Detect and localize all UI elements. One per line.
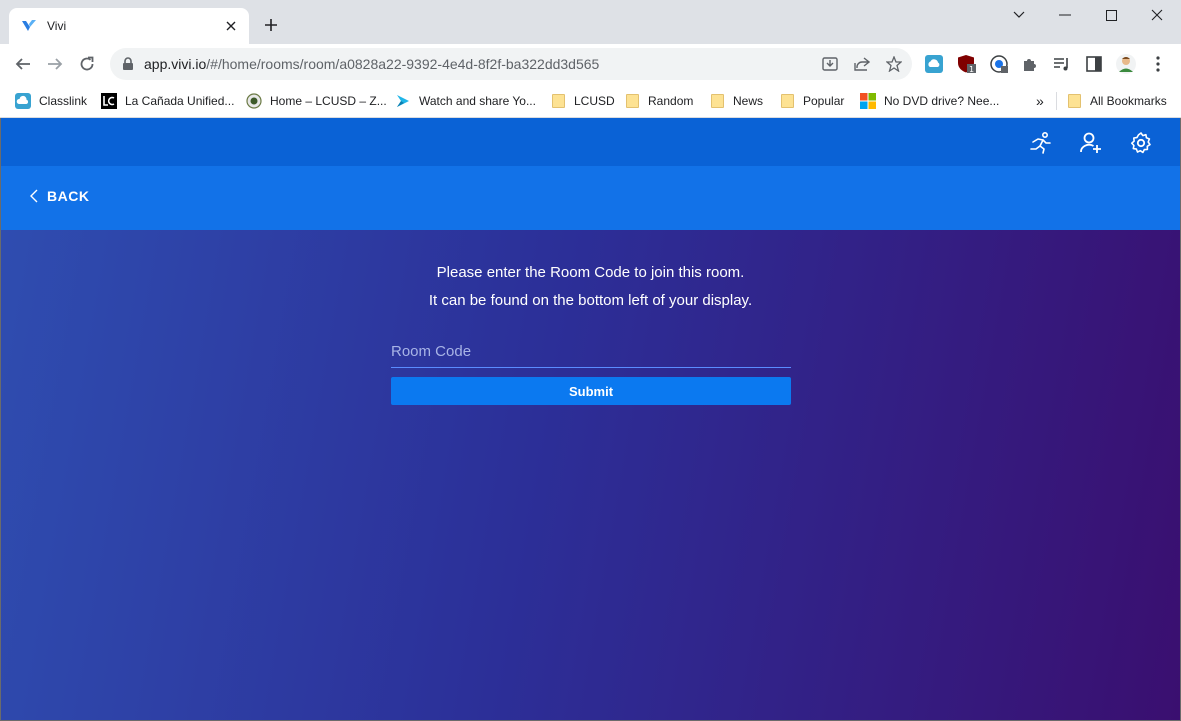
address-bar[interactable]: app.vivi.io/#/home/rooms/room/a0828a22-9… [110, 48, 912, 80]
ublock-shield-icon[interactable]: 1 [955, 52, 979, 76]
folder-icon [550, 93, 566, 109]
bookmarks-overflow-button[interactable]: » [1036, 90, 1044, 112]
gear-icon[interactable] [1128, 130, 1154, 156]
windows-logo-icon [860, 93, 876, 109]
install-app-icon[interactable] [818, 52, 842, 76]
chevron-down-icon[interactable] [996, 0, 1042, 30]
side-panel-icon[interactable] [1082, 52, 1106, 76]
submit-button[interactable]: Submit [391, 377, 791, 405]
bookmark-folder-lcusd[interactable]: LCUSD [550, 90, 615, 112]
bookmark-classlink[interactable]: Classlink [15, 90, 87, 112]
lock-icon [122, 57, 134, 71]
all-bookmarks-button[interactable]: All Bookmarks [1066, 90, 1167, 112]
bookmarks-divider [1056, 92, 1057, 110]
share-icon[interactable] [850, 52, 874, 76]
back-arrow-icon[interactable] [9, 50, 37, 78]
app-header [1, 118, 1180, 166]
add-user-icon[interactable] [1078, 130, 1104, 156]
bookmark-folder-popular[interactable]: Popular [779, 90, 844, 112]
puzzle-icon[interactable] [1018, 52, 1042, 76]
bookmark-folder-random[interactable]: Random [624, 90, 693, 112]
bookmarks-bar: Classlink La Cañada Unified... Home – LC… [0, 84, 1181, 118]
browser-toolbar: app.vivi.io/#/home/rooms/room/a0828a22-9… [0, 44, 1181, 84]
globe-icon [246, 93, 262, 109]
bookmark-home-lcusd[interactable]: Home – LCUSD – Z... [246, 90, 387, 112]
url-host: app.vivi.io [144, 56, 207, 72]
window-border-left [0, 118, 1, 721]
bookmark-folder-news[interactable]: News [709, 90, 763, 112]
close-window-icon[interactable] [1134, 0, 1180, 30]
running-person-icon[interactable] [1028, 130, 1054, 156]
url-path: /#/home/rooms/room/a0828a22-9392-4e4d-8f… [206, 56, 600, 72]
bookmark-watch-share[interactable]: Watch and share Yo... [395, 90, 536, 112]
lc-logo-icon [101, 93, 117, 109]
forward-arrow-icon[interactable] [41, 50, 69, 78]
password-extension-icon[interactable] [987, 52, 1011, 76]
chevron-left-icon [29, 189, 39, 203]
folder-icon [624, 93, 640, 109]
instruction-line-1: Please enter the Room Code to join this … [436, 264, 745, 281]
join-room-panel: Please enter the Room Code to join this … [1, 230, 1180, 720]
extension-badge: 1 [969, 65, 974, 74]
cloud-icon [15, 93, 31, 109]
bookmark-no-dvd[interactable]: No DVD drive? Nee... [860, 90, 999, 112]
play-icon [395, 93, 411, 109]
media-playlist-icon[interactable] [1050, 52, 1074, 76]
instruction-line-2: It can be found on the bottom left of yo… [428, 292, 753, 309]
minimize-icon[interactable] [1042, 0, 1088, 30]
folder-icon [779, 93, 795, 109]
more-menu-icon[interactable] [1146, 52, 1170, 76]
cloud-extension-icon[interactable] [922, 52, 946, 76]
tab-title: Vivi [47, 19, 67, 33]
folder-icon [1066, 93, 1082, 109]
star-icon[interactable] [882, 52, 906, 76]
url-text: app.vivi.io/#/home/rooms/room/a0828a22-9… [144, 56, 599, 72]
back-button[interactable]: BACK [29, 188, 89, 204]
vivi-app: BACK Please enter the Room Code to join … [1, 118, 1180, 720]
browser-tab[interactable]: Vivi [9, 8, 249, 44]
profile-avatar[interactable] [1114, 52, 1138, 76]
reload-icon[interactable] [73, 50, 101, 78]
back-bar: BACK [1, 166, 1180, 230]
new-tab-button[interactable] [260, 14, 282, 36]
bookmark-la-canada[interactable]: La Cañada Unified... [101, 90, 234, 112]
room-code-input[interactable] [391, 336, 791, 368]
maximize-icon[interactable] [1088, 0, 1134, 30]
folder-icon [709, 93, 725, 109]
back-label: BACK [47, 188, 90, 204]
tab-close-icon[interactable] [223, 18, 239, 34]
title-bar: Vivi [0, 0, 1181, 44]
vivi-logo-icon [21, 18, 37, 34]
